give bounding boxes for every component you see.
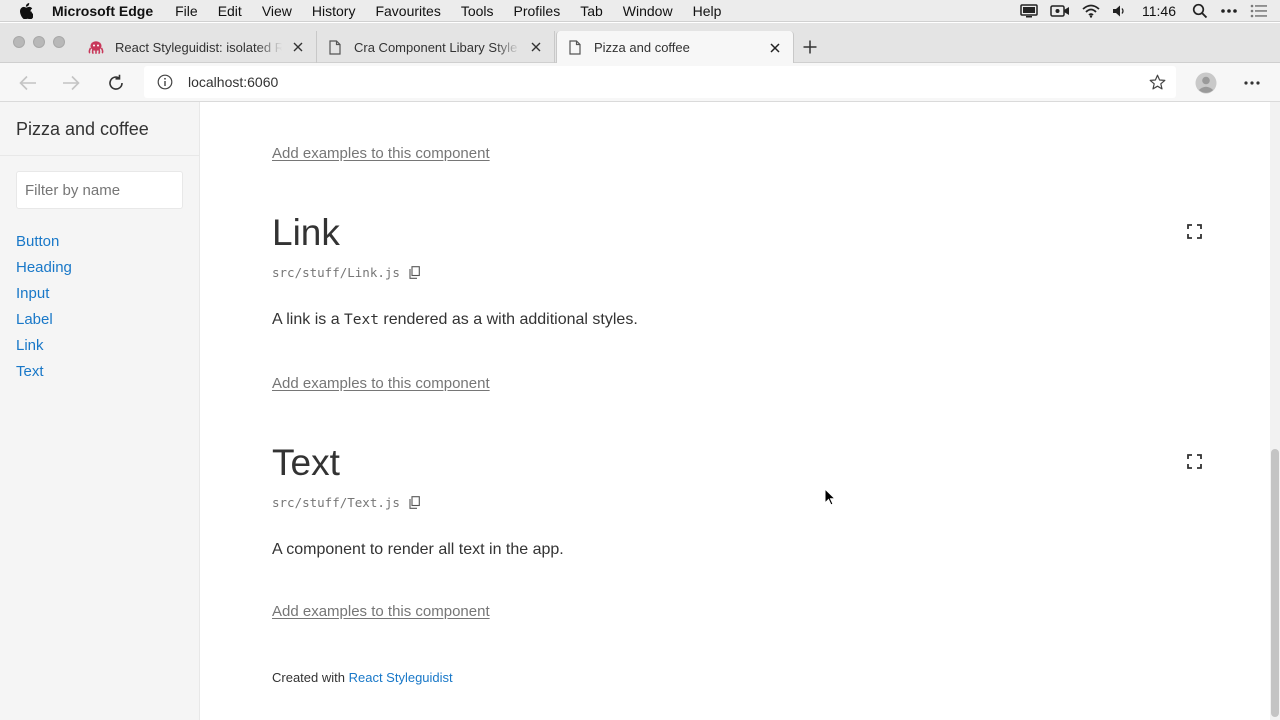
favourite-star-icon[interactable] [1148, 73, 1166, 91]
octopus-icon [88, 39, 104, 55]
close-tab-icon[interactable] [528, 39, 544, 55]
footer: Created with React Styleguidist [272, 670, 453, 685]
apple-icon[interactable] [19, 2, 35, 19]
page-icon [327, 39, 343, 55]
tab-pizza-and-coffee[interactable]: Pizza and coffee [556, 31, 794, 64]
spotlight-search-icon[interactable] [1192, 3, 1208, 19]
component-path-link: src/stuff/Link.js [272, 265, 422, 280]
description-text: A link is a [272, 311, 345, 328]
status-area: 11:46 [1008, 0, 1280, 22]
sidebar-item-heading[interactable]: Heading [16, 257, 72, 283]
menu-window[interactable]: Window [623, 3, 673, 19]
filter-by-name-input[interactable] [16, 171, 183, 209]
refresh-icon[interactable] [105, 72, 127, 94]
close-window-button[interactable] [13, 36, 25, 48]
volume-icon[interactable] [1112, 4, 1126, 18]
tab-cra-component-library[interactable]: Cra Component Libary Style Guide [317, 31, 555, 63]
component-path-text: src/stuff/Text.js [272, 495, 400, 510]
tab-react-styleguidist[interactable]: React Styleguidist: isolated React compo… [78, 31, 317, 63]
copy-icon[interactable] [408, 266, 422, 280]
component-description-link: A link is a Text rendered as a with addi… [272, 311, 638, 329]
menu-help[interactable]: Help [693, 3, 722, 19]
menu-edit[interactable]: Edit [218, 3, 242, 19]
address-bar[interactable]: localhost:6060 [144, 66, 1176, 98]
new-tab-plus-icon[interactable] [800, 37, 820, 57]
menu-favourites[interactable]: Favourites [375, 3, 440, 19]
component-path-text: src/stuff/Link.js [272, 265, 400, 280]
scrollbar-thumb[interactable] [1271, 449, 1279, 717]
component-heading-text[interactable]: Text [272, 442, 340, 484]
page-icon [567, 40, 583, 56]
forward-arrow-icon[interactable] [60, 72, 82, 94]
close-tab-icon[interactable] [290, 39, 306, 55]
wifi-icon[interactable] [1082, 4, 1100, 18]
browser-tab-strip: React Styleguidist: isolated React compo… [0, 23, 1280, 64]
component-nav-list: Button Heading Input Label Link Text [16, 231, 72, 387]
browser-toolbar: localhost:6060 [0, 63, 1280, 102]
web-page: Pizza and coffee Button Heading Input La… [0, 102, 1280, 720]
display-icon[interactable] [1020, 4, 1038, 18]
vertical-scrollbar[interactable] [1270, 102, 1280, 720]
footer-text: Created with [272, 670, 349, 685]
menu-view[interactable]: View [262, 3, 292, 19]
menu-history[interactable]: History [312, 3, 356, 19]
tab-title: Pizza and coffee [594, 40, 690, 55]
menubar-clock[interactable]: 11:46 [1142, 3, 1176, 19]
notification-center-icon[interactable] [1250, 4, 1268, 18]
macos-menu-bar: Microsoft Edge File Edit View History Fa… [0, 0, 1280, 22]
zoom-window-button[interactable] [53, 36, 65, 48]
tab-title: React Styleguidist: isolated React compo… [115, 39, 282, 55]
styleguide-content: Add examples to this component Link src/… [272, 102, 1212, 720]
menu-app-name[interactable]: Microsoft Edge [52, 3, 153, 19]
sidebar-item-button[interactable]: Button [16, 231, 72, 257]
back-arrow-icon[interactable] [17, 72, 39, 94]
site-info-icon[interactable] [157, 74, 173, 90]
settings-more-icon[interactable] [1241, 72, 1263, 94]
menu-tab[interactable]: Tab [580, 3, 603, 19]
sidebar-item-text[interactable]: Text [16, 361, 72, 387]
react-styleguidist-link[interactable]: React Styleguidist [349, 670, 453, 685]
window-controls [13, 36, 73, 48]
menu-file[interactable]: File [175, 3, 198, 19]
component-heading-link[interactable]: Link [272, 212, 340, 254]
fullscreen-expand-icon[interactable] [1186, 453, 1202, 469]
fullscreen-expand-icon[interactable] [1186, 223, 1202, 239]
styleguide-title[interactable]: Pizza and coffee [16, 119, 149, 140]
add-examples-link[interactable]: Add examples to this component [272, 603, 490, 620]
copy-icon[interactable] [408, 496, 422, 510]
profile-avatar-icon[interactable] [1194, 71, 1218, 95]
menu-tools[interactable]: Tools [461, 3, 494, 19]
component-description-text: A component to render all text in the ap… [272, 541, 564, 559]
component-path-text: src/stuff/Text.js [272, 495, 422, 510]
description-text: rendered as a with additional styles. [378, 311, 638, 328]
mouse-pointer-icon [824, 487, 837, 506]
sidebar-divider [0, 155, 199, 156]
inline-code: Text [344, 312, 379, 328]
facetime-camera-icon[interactable] [1050, 4, 1070, 18]
menu-profiles[interactable]: Profiles [514, 3, 561, 19]
sidebar-item-input[interactable]: Input [16, 283, 72, 309]
url-text[interactable]: localhost:6060 [188, 74, 278, 90]
close-tab-icon[interactable] [767, 40, 783, 56]
sidebar-item-label[interactable]: Label [16, 309, 72, 335]
add-examples-link[interactable]: Add examples to this component [272, 145, 490, 162]
sidebar-item-link[interactable]: Link [16, 335, 72, 361]
description-text: A component to render all text in the ap… [272, 541, 564, 558]
minimize-window-button[interactable] [33, 36, 45, 48]
styleguide-sidebar: Pizza and coffee Button Heading Input La… [0, 102, 200, 720]
more-dots-icon[interactable] [1220, 8, 1238, 14]
add-examples-link[interactable]: Add examples to this component [272, 375, 490, 392]
tab-title: Cra Component Libary Style Guide [354, 39, 520, 55]
